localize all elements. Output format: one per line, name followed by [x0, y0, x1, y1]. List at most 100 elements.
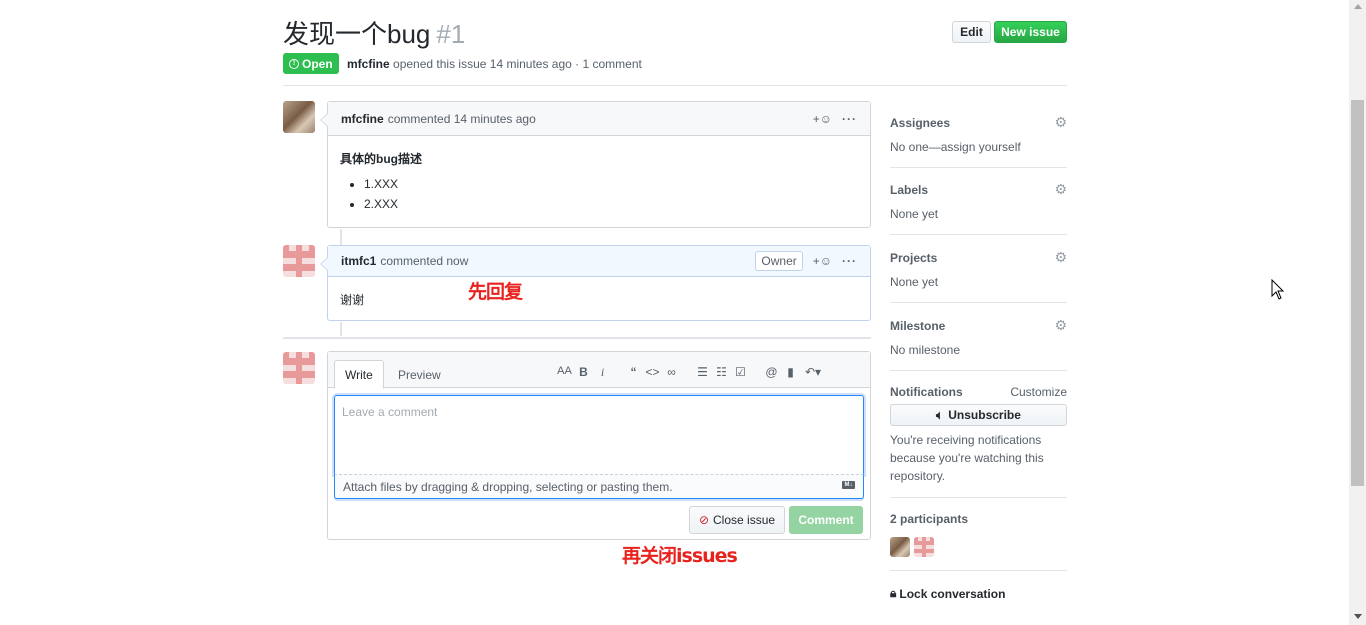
avatar[interactable] [914, 537, 934, 557]
edit-button[interactable]: Edit [952, 21, 991, 43]
close-issue-button[interactable]: ⊘ Close issue [689, 506, 785, 534]
annotation-reply-first: 先回复 [468, 281, 523, 303]
comment-textarea[interactable]: Leave a comment [334, 395, 864, 475]
tab-write[interactable]: Write [334, 360, 384, 389]
status-label: Open [302, 56, 333, 71]
lock-icon: 🔒︎ [890, 586, 897, 600]
numbered-list-icon[interactable]: ☷ [712, 365, 731, 380]
close-issue-label: Close issue [713, 513, 776, 527]
scroll-down-arrow-icon[interactable] [1354, 614, 1362, 619]
issue-opened-icon: ! [289, 58, 299, 69]
attach-files-text: Attach files by dragging & dropping, sel… [343, 480, 673, 494]
attach-files-bar[interactable]: Attach files by dragging & dropping, sel… [334, 475, 864, 499]
owner-badge: Owner [755, 251, 803, 271]
labels-label: Labels [890, 182, 929, 197]
sidebar-assignees: Assignees ⚙ No one—assign yourself [890, 114, 1067, 168]
add-reaction-icon[interactable]: +☺ [813, 112, 832, 126]
notifications-reason: You're receiving notifications because y… [890, 433, 1044, 483]
sidebar-milestone: Milestone ⚙ No milestone [890, 317, 1067, 371]
comment-timestamp[interactable]: commented now [380, 254, 468, 268]
add-reaction-icon[interactable]: +☺ [813, 254, 832, 268]
gear-icon[interactable]: ⚙ [1054, 181, 1067, 198]
comment-button[interactable]: Comment [789, 506, 863, 534]
header-divider [283, 85, 1067, 86]
avatar [283, 352, 315, 384]
comment-author[interactable]: mfcfine [341, 112, 384, 126]
sidebar-notifications: Notifications Customize 🔈︎ Unsubscribe Yo… [890, 385, 1067, 498]
editor-tabs: Write Preview AA B i “ <> ∞ ☰ ☷ ☑ @ ▮ ↶▾ [328, 352, 870, 389]
lock-label: Lock conversation [899, 586, 1006, 601]
timeline-line [340, 229, 342, 245]
comment-body-title: 具体的bug描述 [340, 152, 422, 166]
unsubscribe-button[interactable]: 🔈︎ Unsubscribe [890, 404, 1067, 426]
italic-icon[interactable]: i [593, 365, 612, 380]
milestone-value: No milestone [890, 343, 961, 357]
lock-conversation-link[interactable]: 🔒︎ Lock conversation [890, 586, 1067, 601]
issue-meta: mfcfine opened this issue 14 minutes ago… [347, 57, 642, 71]
issue-title-row: 发现一个bug #1 [283, 16, 465, 52]
issue-meta-text: opened this issue 14 minutes ago · 1 com… [393, 57, 642, 71]
mouse-cursor-icon [1271, 279, 1285, 300]
comment-body: 谢谢 [340, 293, 365, 307]
annotation-then-close: 再关闭issues [622, 545, 738, 567]
comment-body: 具体的bug描述 1.XXX 2.XXX [328, 136, 870, 231]
bookmark-icon[interactable]: ▮ [781, 365, 800, 380]
task-list-icon[interactable]: ☑ [731, 365, 750, 380]
scrollbar-thumb[interactable] [1351, 100, 1364, 486]
assignees-label: Assignees [890, 115, 951, 130]
customize-link[interactable]: Customize [1010, 385, 1067, 399]
sidebar-projects: Projects ⚙ None yet [890, 249, 1067, 303]
sidebar-participants: 2 participants [890, 512, 1067, 571]
timeline-line [340, 322, 342, 336]
gear-icon[interactable]: ⚙ [1054, 317, 1067, 334]
kebab-menu-icon[interactable]: ··· [842, 112, 857, 126]
notifications-label: Notifications [890, 385, 963, 399]
issue-author-link[interactable]: mfcfine [347, 57, 390, 71]
mute-icon: 🔈︎ [936, 407, 944, 422]
comment-box: itmfc1 commented now Owner +☺ ··· 谢谢 [320, 245, 871, 321]
bulleted-list-icon[interactable]: ☰ [693, 365, 712, 380]
quote-icon[interactable]: “ [624, 365, 643, 380]
markdown-icon: M↓ [842, 481, 855, 489]
header-icon[interactable]: AA [555, 365, 574, 380]
assignees-value[interactable]: No one—assign yourself [890, 140, 1067, 154]
sidebar-labels: Labels ⚙ None yet [890, 181, 1067, 235]
comment-timestamp[interactable]: commented 14 minutes ago [388, 112, 536, 126]
labels-value: None yet [890, 207, 939, 221]
issue-number: #1 [436, 19, 466, 49]
close-issue-icon: ⊘ [698, 513, 710, 527]
scroll-up-arrow-icon[interactable] [1354, 4, 1362, 9]
avatar[interactable] [283, 101, 315, 133]
markdown-toolbar: AA B i “ <> ∞ ☰ ☷ ☑ @ ▮ ↶▾ [555, 365, 826, 380]
new-issue-button[interactable]: New issue [994, 21, 1067, 43]
bold-icon[interactable]: B [574, 365, 593, 380]
projects-value: None yet [890, 275, 939, 289]
link-icon[interactable]: ∞ [662, 365, 681, 380]
issue-title: 发现一个bug [283, 19, 431, 49]
comment-caret [320, 257, 328, 271]
list-item: 1.XXX [364, 177, 858, 191]
avatar[interactable] [890, 537, 910, 557]
sidebar: Assignees ⚙ No one—assign yourself Labels… [890, 114, 1067, 601]
comment-box: mfcfine commented 14 minutes ago +☺ ··· … [320, 101, 871, 231]
gear-icon[interactable]: ⚙ [1054, 249, 1067, 266]
code-icon[interactable]: <> [643, 365, 662, 380]
comment-caret [320, 113, 328, 127]
comment-author[interactable]: itmfc1 [341, 254, 376, 268]
gear-icon[interactable]: ⚙ [1054, 114, 1067, 131]
participants-label: 2 participants [890, 512, 969, 526]
avatar[interactable] [283, 245, 315, 277]
kebab-menu-icon[interactable]: ··· [842, 254, 857, 268]
comment-header: mfcfine commented 14 minutes ago +☺ ··· [328, 102, 870, 136]
projects-label: Projects [890, 250, 938, 265]
participant-avatars [890, 537, 1067, 557]
timeline-divider [283, 337, 871, 339]
status-badge: ! Open [283, 53, 339, 74]
comment-list: 1.XXX 2.XXX [340, 177, 858, 211]
unsubscribe-label: Unsubscribe [948, 408, 1021, 422]
reply-icon[interactable]: ↶▾ [800, 365, 826, 380]
comment-header: itmfc1 commented now Owner +☺ ··· [328, 246, 870, 277]
list-item: 2.XXX [364, 197, 858, 211]
tab-preview[interactable]: Preview [388, 360, 451, 389]
mention-icon[interactable]: @ [762, 365, 781, 380]
